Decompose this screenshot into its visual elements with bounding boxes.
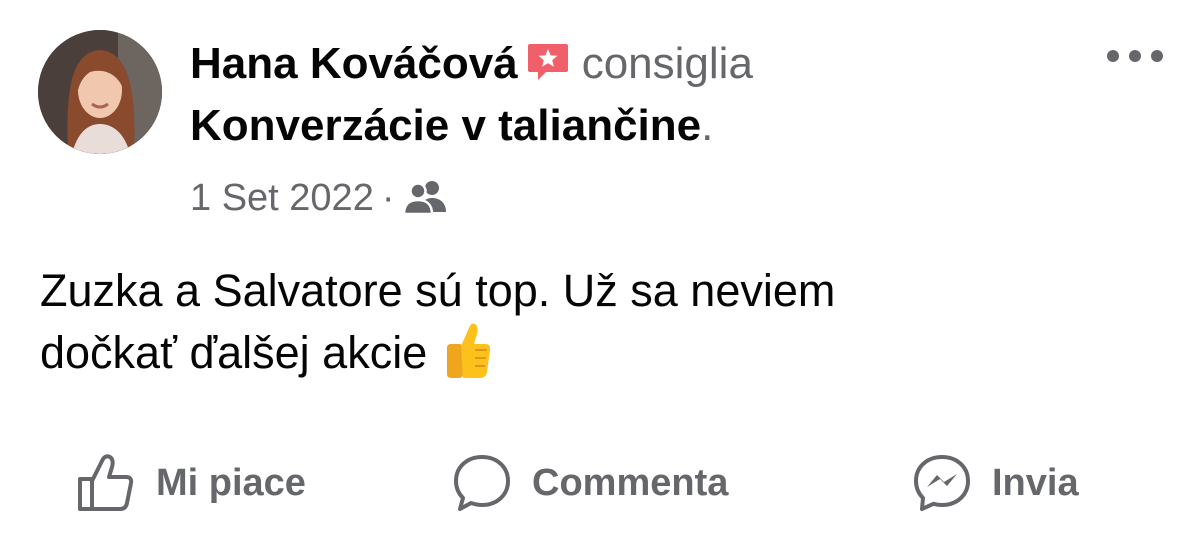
post-text-line-1: Zuzka a Salvatore sú top. Už sa neviem: [40, 265, 836, 316]
post-card: Hana Kováčová consiglia Konverzácie v ta…: [0, 0, 1199, 554]
author-name[interactable]: Hana Kováčová: [190, 39, 518, 88]
messenger-icon: [914, 455, 970, 511]
comment-label: Commenta: [532, 461, 729, 504]
group-line: Konverzácie v taliančine.: [190, 100, 713, 152]
comment-bubble-icon: [454, 455, 510, 511]
post-text-line-2-text: dočkať ďalšej akcie: [40, 327, 428, 378]
send-button[interactable]: Invia: [912, 448, 1079, 518]
post-header-line: Hana Kováčová consiglia: [190, 38, 753, 90]
group-suffix: .: [701, 101, 714, 150]
group-audience-icon: [402, 176, 448, 216]
post-actions-bar: Mi piace Commenta Invia: [0, 448, 1199, 518]
meta-separator: ·: [381, 177, 395, 219]
thumbs-up-icon: [78, 454, 134, 511]
thumbs-up-emoji-icon: [437, 320, 493, 380]
like-button[interactable]: Mi piace: [76, 448, 306, 518]
like-label: Mi piace: [156, 461, 306, 504]
group-name[interactable]: Konverzácie v taliančine: [190, 101, 701, 150]
post-date[interactable]: 1 Set 2022: [190, 177, 374, 219]
author-avatar[interactable]: [38, 30, 162, 154]
send-label: Invia: [992, 461, 1079, 504]
comment-button[interactable]: Commenta: [452, 448, 728, 518]
more-options-icon[interactable]: [1104, 46, 1166, 66]
post-text: Zuzka a Salvatore sú top. Už sa neviem d…: [40, 262, 1140, 382]
action-verb: consiglia: [581, 39, 753, 88]
post-text-line-2: dočkať ďalšej akcie: [40, 320, 1140, 382]
post-meta: 1 Set 2022 ·: [190, 175, 448, 221]
star-badge-icon: [526, 42, 570, 82]
